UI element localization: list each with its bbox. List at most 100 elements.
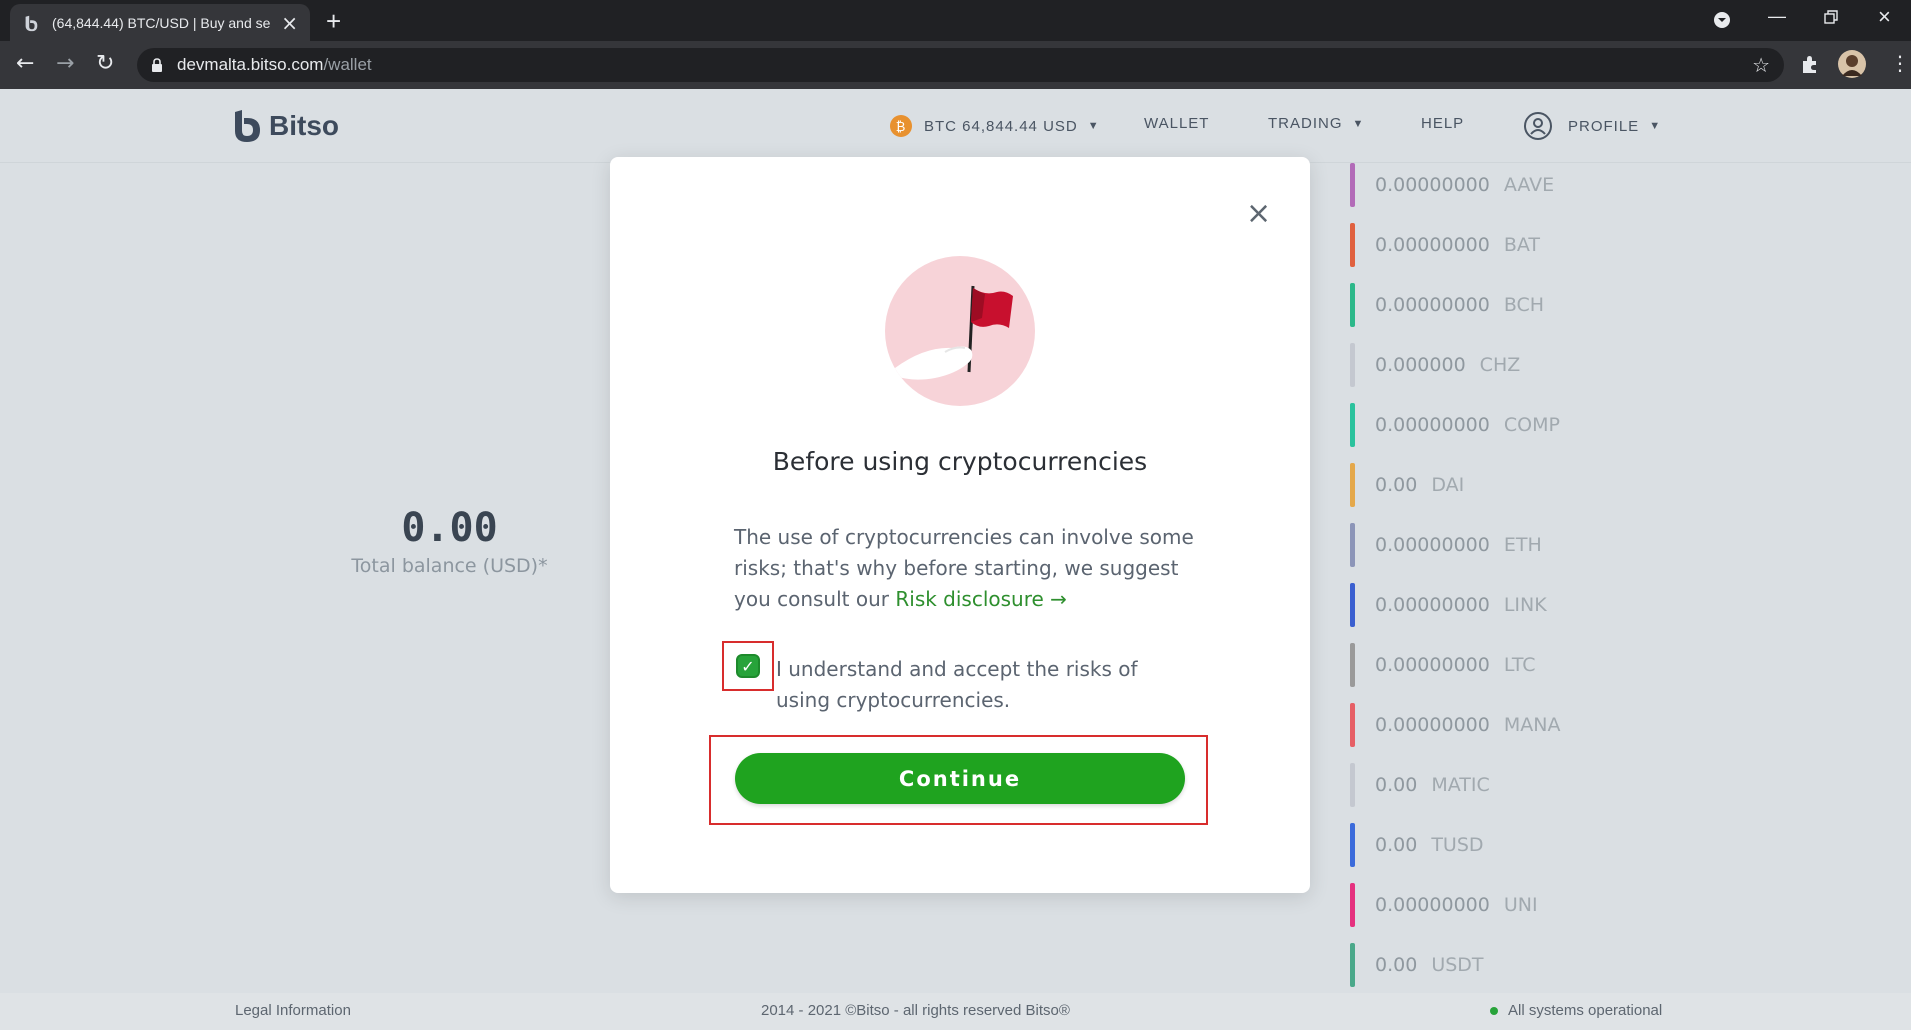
coin-row-ltc[interactable]: 0.00000000 LTC bbox=[1350, 643, 1536, 687]
coin-symbol: MANA bbox=[1503, 714, 1561, 736]
bitso-favicon-icon bbox=[25, 15, 38, 31]
coin-color-bar bbox=[1350, 283, 1355, 327]
chevron-down-icon: ▼ bbox=[1352, 117, 1365, 130]
coin-amount: 0.00000000 bbox=[1375, 894, 1490, 916]
modal-title: Before using cryptocurrencies bbox=[772, 447, 1148, 476]
coin-symbol: COMP bbox=[1503, 414, 1560, 436]
coin-row-dai[interactable]: 0.00 DAI bbox=[1350, 463, 1464, 507]
chevron-down-icon: ▼ bbox=[1087, 120, 1100, 132]
coin-color-bar bbox=[1350, 643, 1355, 687]
url-host: devmalta.bitso.com bbox=[177, 55, 324, 74]
minimize-icon[interactable]: — bbox=[1768, 6, 1786, 27]
tab-search-icon[interactable] bbox=[1712, 10, 1732, 35]
coin-amount: 0.00000000 bbox=[1375, 174, 1490, 196]
coin-symbol: USDT bbox=[1431, 954, 1484, 976]
window-close-icon[interactable]: × bbox=[1878, 4, 1891, 30]
coin-symbol: LINK bbox=[1503, 594, 1547, 616]
address-bar[interactable]: devmalta.bitso.com/wallet ☆ bbox=[137, 48, 1784, 82]
modal-body: The use of cryptocurrencies can involve … bbox=[734, 522, 1194, 615]
copyright-text: 2014 - 2021 ©Bitso - all rights reserved… bbox=[761, 1002, 1070, 1019]
coin-amount: 0.00000000 bbox=[1375, 714, 1490, 736]
coin-row-tusd[interactable]: 0.00 TUSD bbox=[1350, 823, 1484, 867]
continue-button[interactable]: Continue bbox=[735, 753, 1185, 804]
status-text: All systems operational bbox=[1508, 1002, 1663, 1019]
reload-icon[interactable]: ↻ bbox=[96, 53, 114, 75]
back-icon[interactable]: ← bbox=[16, 53, 34, 75]
nav-trading[interactable]: TRADING ▼ bbox=[1268, 115, 1364, 132]
tab-close-icon[interactable]: × bbox=[281, 13, 298, 33]
nav-profile[interactable]: PROFILE ▼ bbox=[1524, 112, 1661, 140]
check-icon: ✓ bbox=[741, 656, 755, 676]
coin-row-bat[interactable]: 0.00000000 BAT bbox=[1350, 223, 1540, 267]
total-balance: 0.00 Total balance (USD)* bbox=[337, 505, 562, 577]
browser-tab[interactable]: (64,844.44) BTC/USD | Buy and se × bbox=[10, 4, 310, 41]
checkbox-highlight: ✓ bbox=[722, 641, 774, 691]
coin-amount: 0.00000000 bbox=[1375, 234, 1490, 256]
legal-information-link[interactable]: Legal Information bbox=[235, 1002, 351, 1019]
bookmark-star-icon[interactable]: ☆ bbox=[1752, 53, 1770, 77]
coin-amount: 0.00000000 bbox=[1375, 414, 1490, 436]
tab-title: (64,844.44) BTC/USD | Buy and se bbox=[52, 14, 271, 31]
coin-amount: 0.00 bbox=[1375, 954, 1418, 976]
close-icon[interactable]: × bbox=[1246, 199, 1271, 229]
coin-row-comp[interactable]: 0.00000000 COMP bbox=[1350, 403, 1560, 447]
coin-symbol: UNI bbox=[1503, 894, 1538, 916]
url-path: /wallet bbox=[323, 55, 372, 74]
coin-symbol: BCH bbox=[1503, 294, 1545, 316]
risk-disclosure-link[interactable]: Risk disclosure → bbox=[895, 587, 1067, 611]
coin-row-bch[interactable]: 0.00000000 BCH bbox=[1350, 283, 1544, 327]
coin-color-bar bbox=[1350, 763, 1355, 807]
bitso-logo[interactable]: Bitso bbox=[233, 109, 339, 143]
bitso-logo-icon bbox=[235, 110, 260, 142]
user-circle-icon bbox=[1524, 112, 1552, 140]
coin-color-bar bbox=[1350, 703, 1355, 747]
browser-tab-bar: (64,844.44) BTC/USD | Buy and se × + — × bbox=[0, 0, 1911, 41]
coin-symbol: TUSD bbox=[1431, 834, 1484, 856]
coin-amount: 0.00 bbox=[1375, 774, 1418, 796]
status-dot-icon bbox=[1490, 1007, 1498, 1016]
nav-help-label: HELP bbox=[1421, 115, 1465, 132]
coin-color-bar bbox=[1350, 523, 1355, 567]
nav-help[interactable]: HELP bbox=[1421, 115, 1464, 132]
logo-text: Bitso bbox=[269, 110, 339, 141]
btc-ticker[interactable]: ₿ BTC 64,844.44 USD ▼ bbox=[890, 115, 1100, 137]
accept-risks-checkbox[interactable]: ✓ bbox=[736, 654, 760, 678]
restore-icon[interactable] bbox=[1823, 9, 1839, 30]
coin-color-bar bbox=[1350, 583, 1355, 627]
coin-row-usdt[interactable]: 0.00 USDT bbox=[1350, 943, 1484, 987]
coin-row-aave[interactable]: 0.00000000 AAVE bbox=[1350, 163, 1554, 207]
coin-symbol: DAI bbox=[1431, 474, 1465, 496]
coin-symbol: AAVE bbox=[1503, 174, 1555, 196]
coin-row-mana[interactable]: 0.00000000 MANA bbox=[1350, 703, 1560, 747]
coin-symbol: LTC bbox=[1503, 654, 1536, 676]
nav-wallet-label: WALLET bbox=[1144, 115, 1210, 132]
coin-amount: 0.00 bbox=[1375, 474, 1418, 496]
risk-modal: × Before using cryptocurrencies The use … bbox=[610, 157, 1310, 893]
new-tab-icon[interactable]: + bbox=[326, 8, 341, 34]
nav-wallet[interactable]: WALLET bbox=[1144, 115, 1209, 132]
coin-color-bar bbox=[1350, 823, 1355, 867]
coin-row-link[interactable]: 0.00000000 LINK bbox=[1350, 583, 1547, 627]
coin-amount: 0.00000000 bbox=[1375, 594, 1490, 616]
coin-amount: 0.000000 bbox=[1375, 354, 1466, 376]
nav-profile-label: PROFILE bbox=[1568, 117, 1640, 135]
coin-amount: 0.00 bbox=[1375, 834, 1418, 856]
forward-icon[interactable]: → bbox=[56, 53, 74, 75]
coin-row-uni[interactable]: 0.00000000 UNI bbox=[1350, 883, 1538, 927]
coin-amount: 0.00000000 bbox=[1375, 294, 1490, 316]
browser-menu-icon[interactable]: ⋮ bbox=[1890, 53, 1910, 73]
system-status[interactable]: All systems operational bbox=[1490, 1002, 1662, 1019]
page-footer: Legal Information 2014 - 2021 ©Bitso - a… bbox=[0, 993, 1911, 1030]
profile-avatar-icon[interactable] bbox=[1838, 50, 1866, 83]
coin-symbol: ETH bbox=[1503, 534, 1542, 556]
accept-risks-label: I understand and accept the risks of usi… bbox=[776, 657, 1138, 712]
coin-row-matic[interactable]: 0.00 MATIC bbox=[1350, 763, 1490, 807]
url-text: devmalta.bitso.com/wallet bbox=[177, 55, 372, 75]
bitcoin-icon: ₿ bbox=[890, 115, 912, 137]
coin-row-chz[interactable]: 0.000000 CHZ bbox=[1350, 343, 1520, 387]
extensions-icon[interactable] bbox=[1800, 54, 1820, 79]
coin-color-bar bbox=[1350, 403, 1355, 447]
nav-trading-label: TRADING bbox=[1268, 115, 1343, 132]
ticker-text: BTC 64,844.44 USD bbox=[924, 117, 1078, 135]
coin-row-eth[interactable]: 0.00000000 ETH bbox=[1350, 523, 1542, 567]
